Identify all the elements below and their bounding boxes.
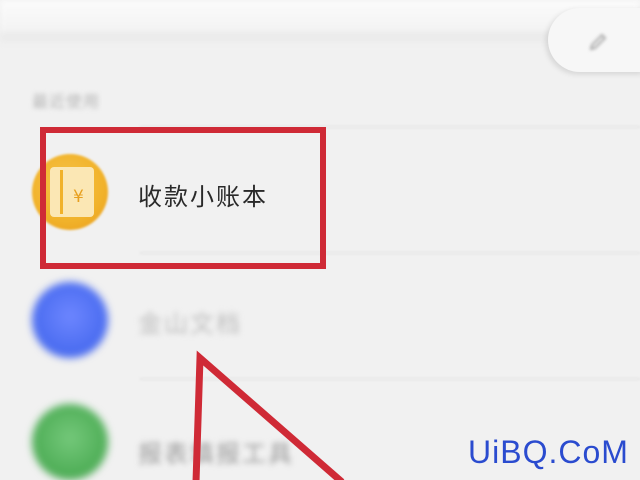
watermark: UiBQ.CoM bbox=[468, 434, 629, 470]
annotation-arrow bbox=[192, 350, 345, 480]
